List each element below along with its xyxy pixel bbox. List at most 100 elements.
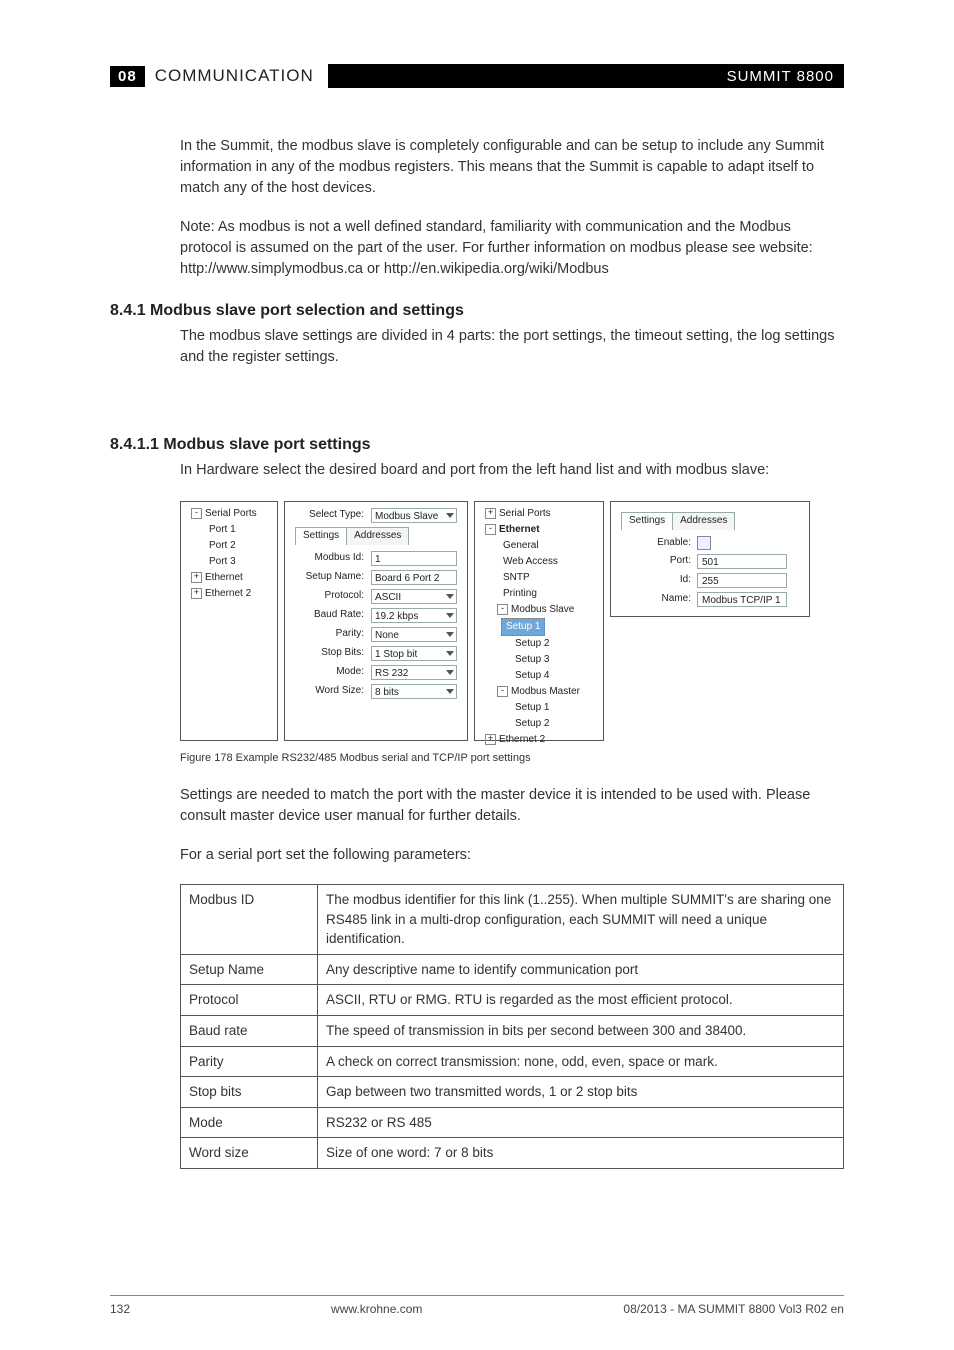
- param-desc: The speed of transmission in bits per se…: [318, 1015, 844, 1046]
- serial-settings-panel: Select Type: Modbus Slave Settings Addre…: [284, 501, 468, 741]
- select-type-dropdown[interactable]: Modbus Slave: [371, 508, 457, 523]
- tree-sntp[interactable]: SNTP: [481, 570, 597, 586]
- table-row: ProtocolASCII, RTU or RMG. RTU is regard…: [181, 985, 844, 1016]
- modbus-id-label: Modbus Id:: [295, 551, 367, 566]
- id-label: Id:: [621, 573, 697, 588]
- table-row: Word sizeSize of one word: 7 or 8 bits: [181, 1138, 844, 1169]
- tree-ethernet2[interactable]: Ethernet 2: [499, 734, 545, 745]
- param-desc: ASCII, RTU or RMG. RTU is regarded as th…: [318, 985, 844, 1016]
- param-name: Setup Name: [181, 954, 318, 985]
- section-title: COMMUNICATION: [155, 66, 314, 86]
- minus-icon[interactable]: -: [497, 604, 508, 615]
- enable-checkbox[interactable]: [697, 536, 711, 550]
- page-number: 132: [110, 1302, 130, 1316]
- wordsize-dropdown[interactable]: 8 bits: [371, 684, 457, 699]
- tree-ethernet2[interactable]: Ethernet 2: [205, 588, 251, 599]
- minus-icon[interactable]: -: [497, 686, 508, 697]
- tab-addresses[interactable]: Addresses: [672, 512, 735, 530]
- minus-icon[interactable]: -: [191, 508, 202, 519]
- name-label: Name:: [621, 592, 697, 607]
- setup-name-field[interactable]: Board 6 Port 2: [371, 570, 457, 585]
- tree-general[interactable]: General: [481, 538, 597, 554]
- footer-site: www.krohne.com: [331, 1302, 422, 1316]
- tree-modbus-master[interactable]: Modbus Master: [511, 686, 580, 697]
- table-row: ParityA check on correct transmission: n…: [181, 1046, 844, 1077]
- table-row: Stop bitsGap between two transmitted wor…: [181, 1077, 844, 1108]
- settings-screenshots: -Serial Ports Port 1 Port 2 Port 3 +Ethe…: [180, 501, 844, 741]
- plus-icon[interactable]: +: [191, 572, 202, 583]
- plus-icon[interactable]: +: [485, 508, 496, 519]
- tree-ethernet[interactable]: Ethernet: [499, 524, 540, 535]
- name-field[interactable]: Modbus TCP/IP 1: [697, 592, 787, 607]
- plus-icon[interactable]: +: [485, 734, 496, 745]
- baud-dropdown[interactable]: 19.2 kbps: [371, 608, 457, 623]
- tree-webaccess[interactable]: Web Access: [481, 554, 597, 570]
- heading-8411: 8.4.1.1 Modbus slave port settings: [110, 436, 844, 454]
- parameters-table: Modbus IDThe modbus identifier for this …: [180, 884, 844, 1169]
- tree-modbus-slave[interactable]: Modbus Slave: [511, 604, 574, 615]
- tab-settings[interactable]: Settings: [621, 512, 673, 530]
- heading-841: 8.4.1 Modbus slave port selection and se…: [110, 302, 844, 320]
- page-header: 08 COMMUNICATION SUMMIT 8800: [110, 64, 844, 88]
- param-name: Baud rate: [181, 1015, 318, 1046]
- sec841-p: The modbus slave settings are divided in…: [180, 326, 844, 368]
- table-row: Setup NameAny descriptive name to identi…: [181, 954, 844, 985]
- tree-setup2[interactable]: Setup 2: [481, 636, 597, 652]
- param-name: Parity: [181, 1046, 318, 1077]
- select-type-label: Select Type:: [295, 508, 367, 523]
- stopbits-dropdown[interactable]: 1 Stop bit: [371, 646, 457, 661]
- table-row: Baud rateThe speed of transmission in bi…: [181, 1015, 844, 1046]
- figure-caption: Figure 178 Example RS232/485 Modbus seri…: [180, 751, 844, 767]
- port-field[interactable]: 501: [697, 554, 787, 569]
- after-fig-p2: For a serial port set the following para…: [180, 845, 844, 866]
- tree-printing[interactable]: Printing: [481, 586, 597, 602]
- param-desc: A check on correct transmission: none, o…: [318, 1046, 844, 1077]
- mode-dropdown[interactable]: RS 232: [371, 665, 457, 680]
- setup-name-label: Setup Name:: [295, 570, 367, 585]
- modbus-id-field[interactable]: 1: [371, 551, 457, 566]
- tree-setup3[interactable]: Setup 3: [481, 652, 597, 668]
- tree-port1[interactable]: Port 1: [187, 522, 271, 538]
- tree-serial-ports[interactable]: Serial Ports: [205, 508, 257, 519]
- minus-icon[interactable]: -: [485, 524, 496, 535]
- tree-setup4[interactable]: Setup 4: [481, 668, 597, 684]
- param-desc: RS232 or RS 485: [318, 1107, 844, 1138]
- plus-icon[interactable]: +: [191, 588, 202, 599]
- mode-label: Mode:: [295, 665, 367, 680]
- param-name: Stop bits: [181, 1077, 318, 1108]
- sec8411-p: In Hardware select the desired board and…: [180, 460, 844, 481]
- tree-serial-ports[interactable]: Serial Ports: [499, 508, 551, 519]
- tree-port2[interactable]: Port 2: [187, 538, 271, 554]
- param-name: Modbus ID: [181, 885, 318, 955]
- intro-p2: Note: As modbus is not a well defined st…: [180, 217, 844, 280]
- port-label: Port:: [621, 554, 697, 569]
- footer-doc: 08/2013 - MA SUMMIT 8800 Vol3 R02 en: [623, 1302, 844, 1316]
- tab-settings[interactable]: Settings: [295, 527, 347, 545]
- tree-ethernet[interactable]: Ethernet: [205, 572, 243, 583]
- stopbits-label: Stop Bits:: [295, 646, 367, 661]
- param-desc: Size of one word: 7 or 8 bits: [318, 1138, 844, 1169]
- enable-label: Enable:: [621, 536, 697, 551]
- tab-addresses[interactable]: Addresses: [346, 527, 409, 545]
- section-number: 08: [110, 66, 145, 87]
- intro-p1: In the Summit, the modbus slave is compl…: [180, 136, 844, 199]
- param-name: Mode: [181, 1107, 318, 1138]
- tree-mm-setup2[interactable]: Setup 2: [481, 716, 597, 732]
- ethernet-settings-panel: Settings Addresses Enable: Port:501 Id:2…: [610, 501, 810, 617]
- id-field[interactable]: 255: [697, 573, 787, 588]
- page-footer: 132 www.krohne.com 08/2013 - MA SUMMIT 8…: [110, 1295, 844, 1316]
- parity-dropdown[interactable]: None: [371, 627, 457, 642]
- table-row: Modbus IDThe modbus identifier for this …: [181, 885, 844, 955]
- protocol-dropdown[interactable]: ASCII: [371, 589, 457, 604]
- wordsize-label: Word Size:: [295, 684, 367, 699]
- parity-label: Parity:: [295, 627, 367, 642]
- param-name: Protocol: [181, 985, 318, 1016]
- tree-mm-setup1[interactable]: Setup 1: [481, 700, 597, 716]
- param-desc: Any descriptive name to identify communi…: [318, 954, 844, 985]
- tree-setup1-selected[interactable]: Setup 1: [501, 618, 545, 636]
- protocol-label: Protocol:: [295, 589, 367, 604]
- product-name: SUMMIT 8800: [707, 64, 844, 88]
- table-row: ModeRS232 or RS 485: [181, 1107, 844, 1138]
- tree-port3[interactable]: Port 3: [187, 554, 271, 570]
- param-name: Word size: [181, 1138, 318, 1169]
